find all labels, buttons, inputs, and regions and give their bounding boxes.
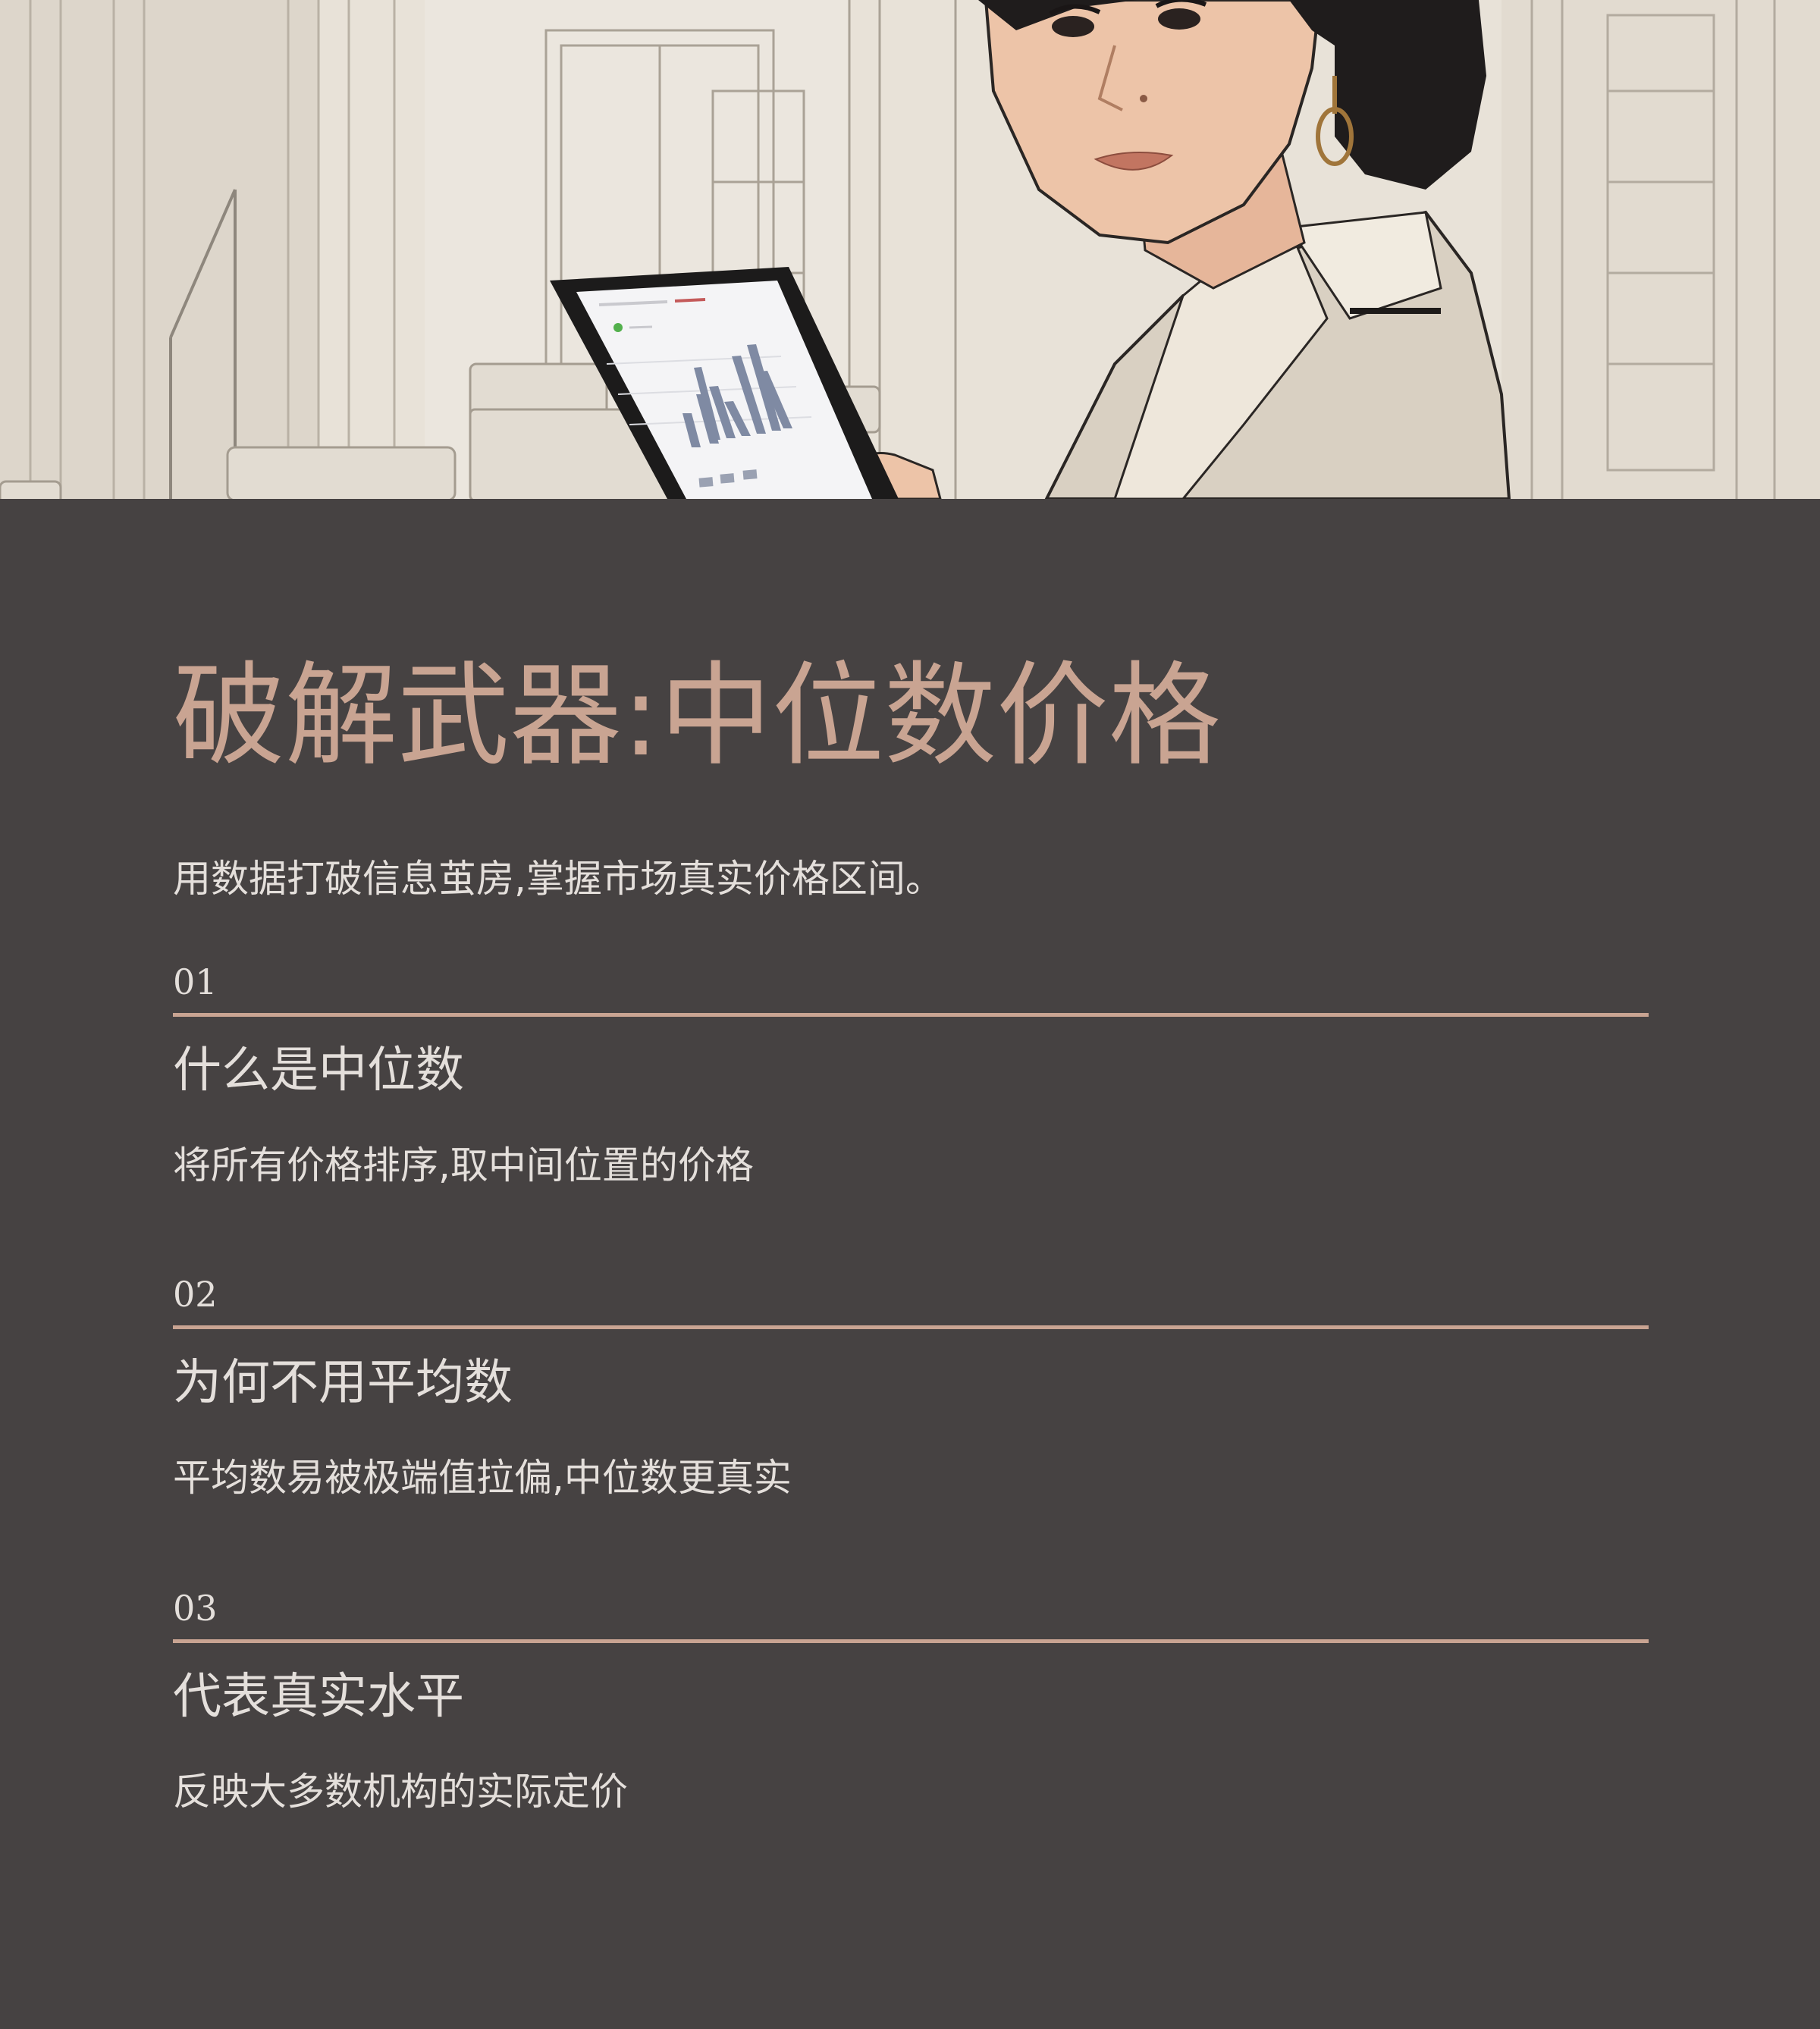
item-divider (173, 1639, 1649, 1643)
item-number: 02 (173, 1274, 218, 1315)
list-item-03: 03 代表真实水平 反映大多数机构的实际定价 (173, 1591, 1649, 1818)
woman-with-tablet-illustration-icon (0, 0, 1820, 499)
list-item-01: 01 什么是中位数 将所有价格排序,取中间位置的价格 (173, 964, 1649, 1192)
item-description: 将所有价格排序,取中间位置的价格 (173, 1143, 754, 1187)
item-description: 平均数易被极端值拉偏,中位数更真实 (173, 1456, 792, 1500)
page-title: 破解武器:中位数价格 (173, 651, 1221, 781)
item-heading: 为何不用平均数 (173, 1355, 513, 1411)
item-divider (173, 1013, 1649, 1017)
item-number: 01 (173, 961, 218, 1002)
item-description: 反映大多数机构的实际定价 (173, 1770, 628, 1814)
item-heading: 什么是中位数 (173, 1043, 464, 1099)
item-divider (173, 1325, 1649, 1329)
page: 破解武器:中位数价格 用数据打破信息茧房,掌握市场真实价格区间。 01 什么是中… (0, 0, 1820, 2029)
page-subtitle: 用数据打破信息茧房,掌握市场真实价格区间。 (173, 857, 943, 901)
hero-illustration (0, 0, 1820, 499)
item-heading: 代表真实水平 (173, 1669, 464, 1725)
item-number: 03 (173, 1588, 218, 1629)
list-item-02: 02 为何不用平均数 平均数易被极端值拉偏,中位数更真实 (173, 1277, 1649, 1504)
